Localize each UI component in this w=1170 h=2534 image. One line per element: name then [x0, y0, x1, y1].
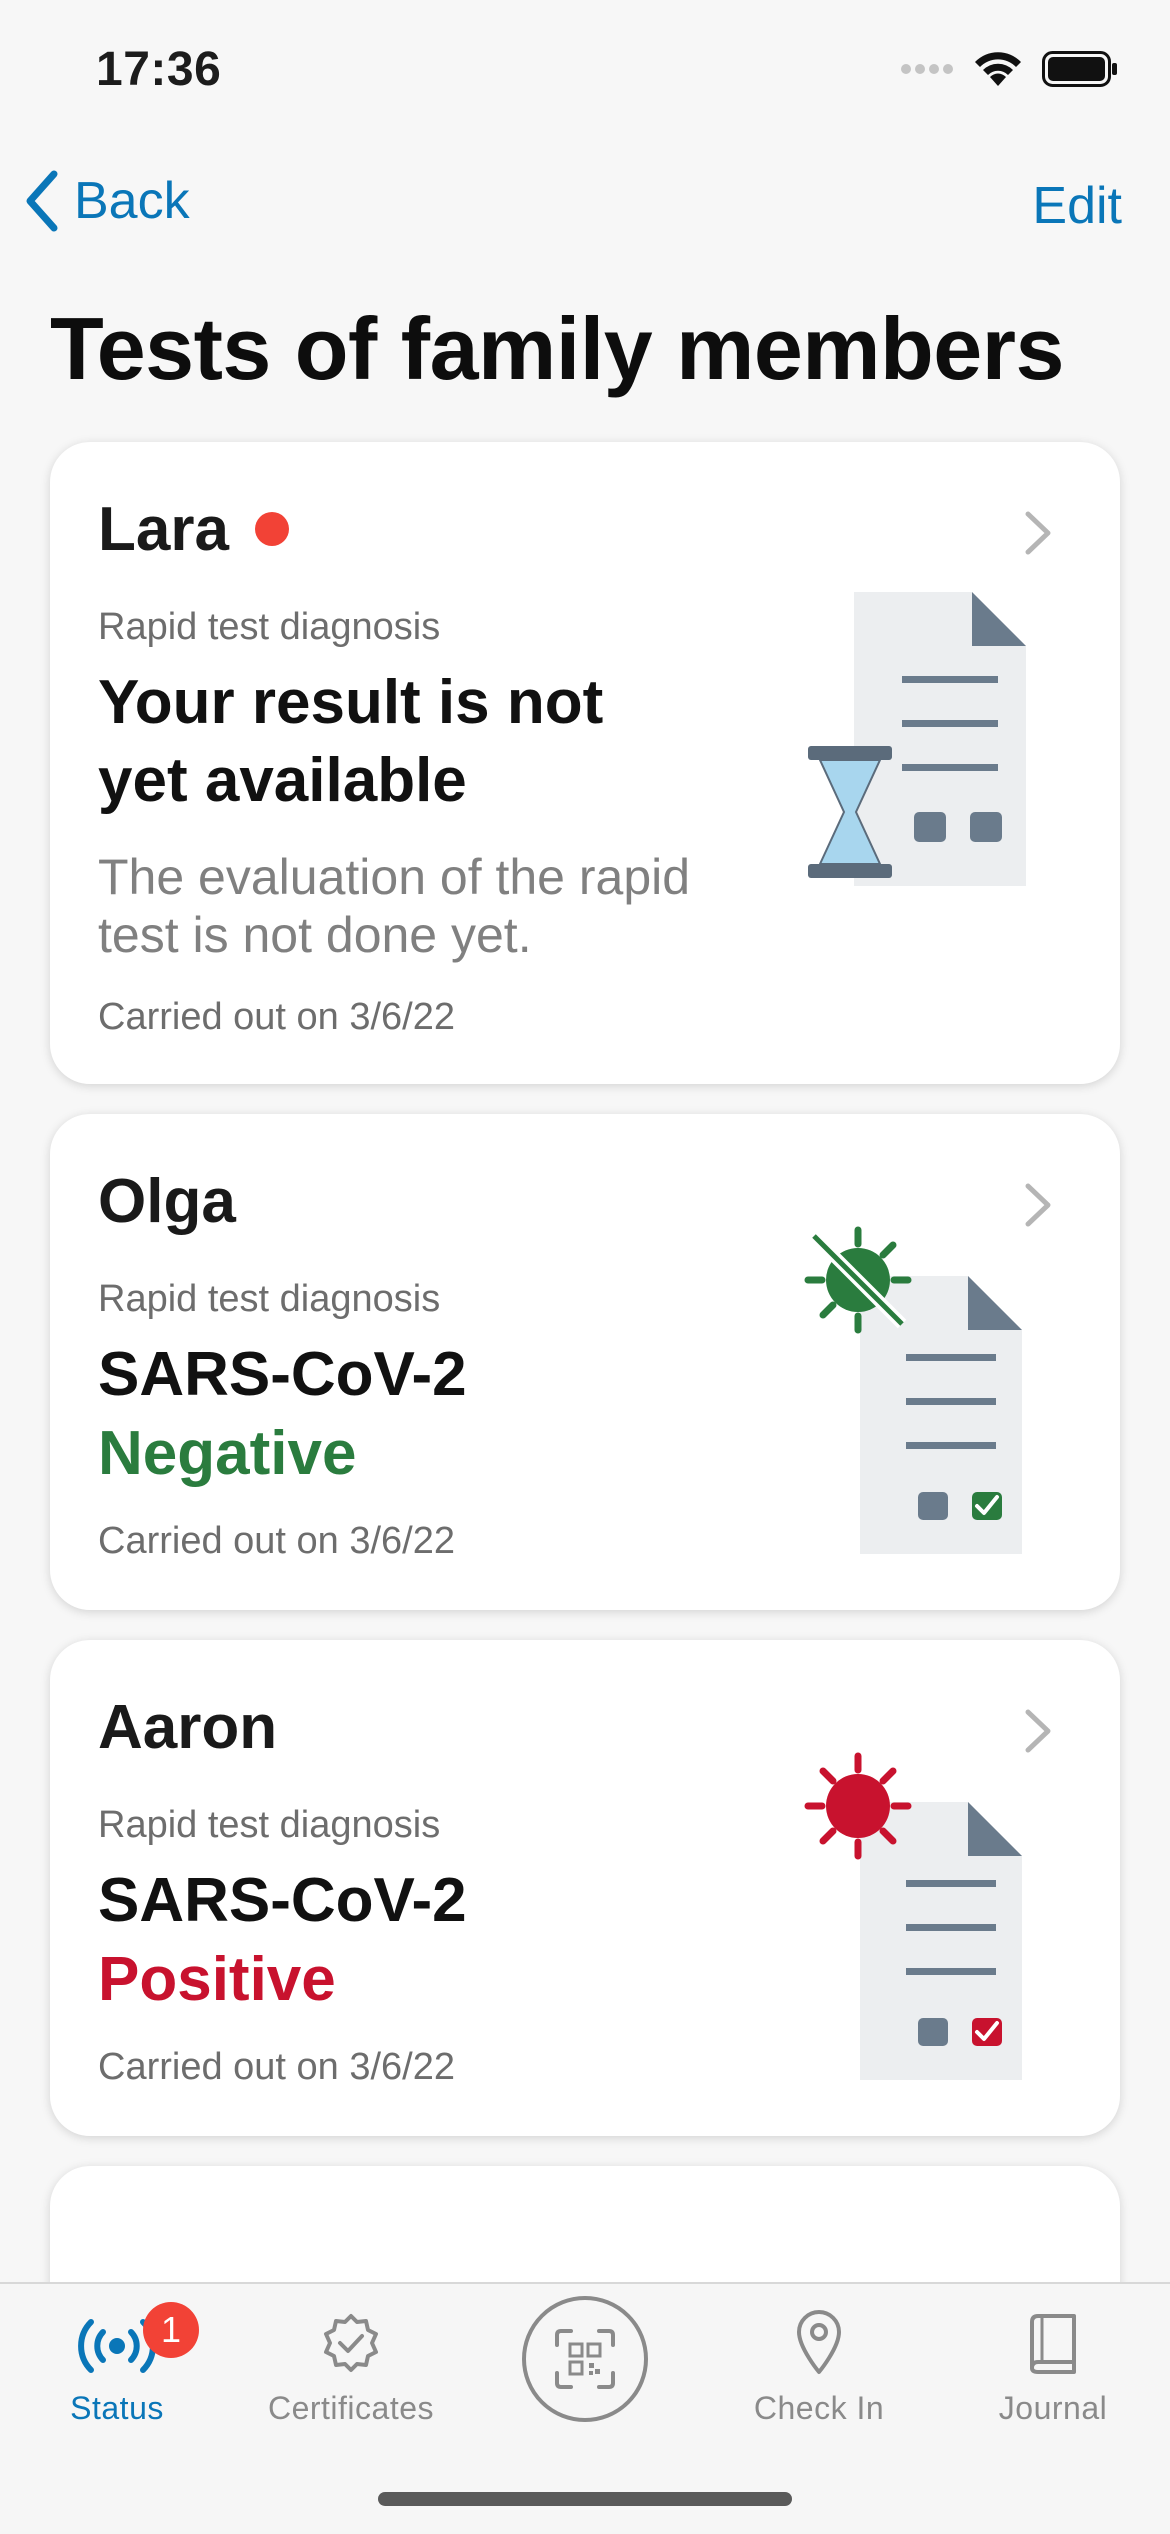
- tab-label: Status: [70, 2390, 164, 2426]
- scan-button[interactable]: [522, 2296, 648, 2422]
- test-pathogen: SARS-CoV-2: [98, 1340, 467, 1409]
- tab-check-in[interactable]: Check In: [702, 2284, 936, 2474]
- tab-status[interactable]: 1 Status: [0, 2284, 234, 2474]
- test-type: Rapid test diagnosis: [98, 1278, 441, 1320]
- back-button[interactable]: Back: [24, 170, 190, 232]
- result-headline: Your result is not yet available: [98, 664, 603, 820]
- result-headline-line2: yet available: [98, 746, 467, 815]
- tab-journal[interactable]: Journal: [936, 2284, 1170, 2474]
- test-type: Rapid test diagnosis: [98, 606, 441, 648]
- qr-scan-icon: [555, 2329, 615, 2389]
- test-card-olga[interactable]: Olga Rapid test diagnosis SARS-CoV-2 Neg…: [50, 1114, 1120, 1610]
- test-type: Rapid test diagnosis: [98, 1804, 441, 1846]
- document-hourglass-icon: [808, 592, 1026, 886]
- status-indicators: [900, 50, 1118, 88]
- back-label: Back: [74, 172, 190, 230]
- status-time: 17:36: [96, 43, 222, 96]
- document-virus-negative-icon: [804, 1226, 1022, 1554]
- member-name: Lara: [98, 495, 229, 564]
- document-virus-positive-icon: [804, 1752, 1022, 2080]
- book-icon: [1030, 2314, 1076, 2374]
- member-name: Aaron: [98, 1693, 278, 1762]
- test-card-lara[interactable]: Lara Rapid test diagnosis Your result is…: [50, 442, 1120, 1084]
- tab-label: Journal: [998, 2390, 1108, 2426]
- certificate-badge-icon: [324, 2314, 378, 2372]
- chevron-right-icon: [1025, 1709, 1051, 1753]
- test-pathogen: SARS-CoV-2: [98, 1866, 467, 1935]
- test-result-negative: Negative: [98, 1419, 357, 1488]
- tab-label: Certificates: [267, 2390, 435, 2426]
- location-pin-icon: [797, 2310, 841, 2374]
- wifi-icon: [975, 52, 1021, 86]
- member-name: Olga: [98, 1167, 236, 1236]
- page-title: Tests of family members: [50, 299, 1064, 398]
- edit-button[interactable]: Edit: [1032, 176, 1122, 236]
- unread-indicator: [255, 512, 289, 546]
- result-headline-line1: Your result is not: [98, 668, 604, 737]
- cellular-signal-icon: [901, 64, 953, 74]
- home-indicator: [378, 2492, 792, 2506]
- tab-scan[interactable]: [468, 2284, 702, 2474]
- result-description: The evaluation of the rapid test is not …: [98, 849, 691, 963]
- notification-badge: 1: [143, 2302, 199, 2358]
- chevron-left-icon: [26, 170, 58, 232]
- test-card-aaron[interactable]: Aaron Rapid test diagnosis SARS-CoV-2 Po…: [50, 1640, 1120, 2136]
- chevron-right-icon: [1025, 511, 1051, 555]
- tab-label: Check In: [753, 2390, 885, 2426]
- test-date: Carried out on 3/6/22: [98, 2046, 456, 2088]
- tab-certificates[interactable]: Certificates: [234, 2284, 468, 2474]
- battery-icon: [1042, 51, 1117, 87]
- status-bar: 17:36: [0, 0, 1170, 140]
- test-date: Carried out on 3/6/22: [98, 996, 456, 1038]
- test-result-positive: Positive: [98, 1945, 336, 2014]
- test-date: Carried out on 3/6/22: [98, 1520, 456, 1562]
- chevron-right-icon: [1025, 1183, 1051, 1227]
